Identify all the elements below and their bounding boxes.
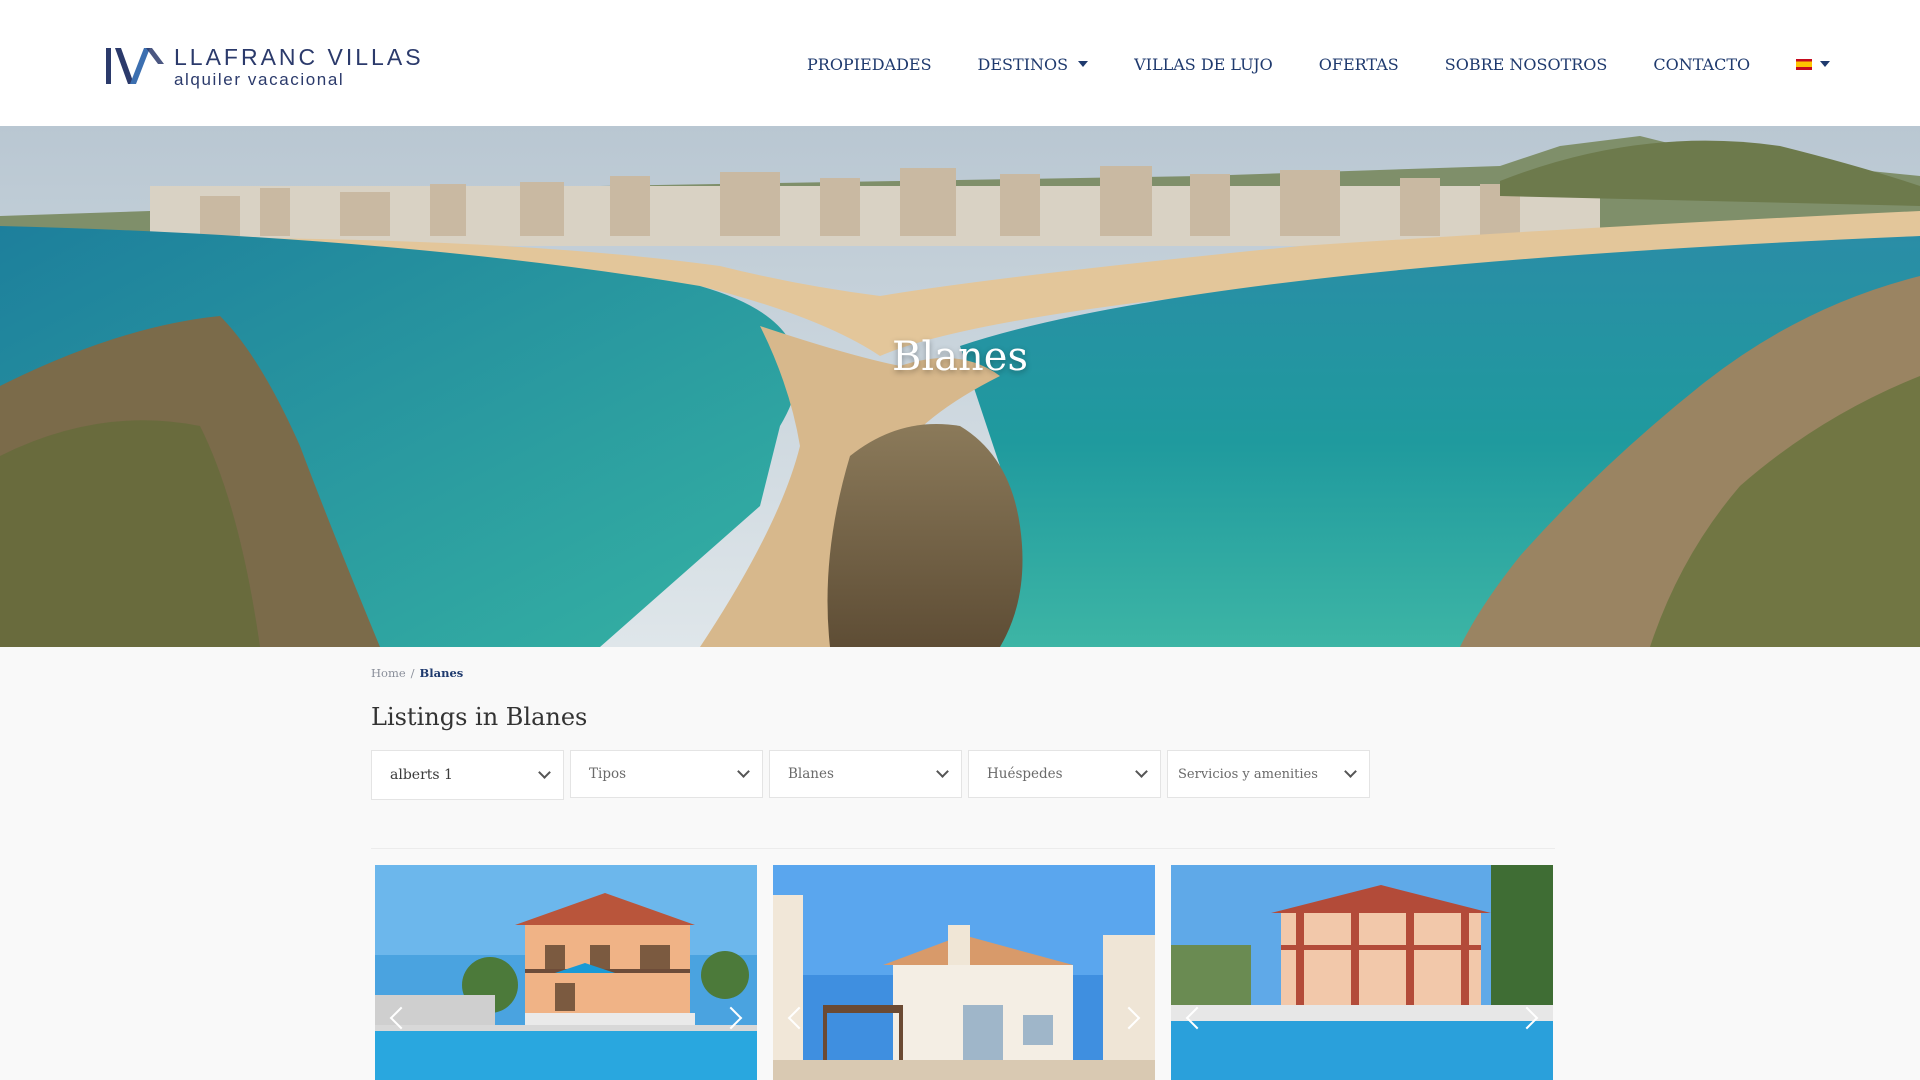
listing-card[interactable] [375, 865, 757, 1080]
filter-select-tipos[interactable]: Tipos [570, 750, 763, 798]
nav-label: CONTACTO [1653, 54, 1751, 74]
hero-title: Blanes [892, 334, 1028, 380]
listings-title: Listings in Blanes [371, 703, 588, 731]
chevron-down-icon [1135, 765, 1148, 778]
breadcrumb: Home / Blanes [371, 666, 463, 680]
logo-subtitle: alquiler vacacional [174, 70, 345, 89]
chevron-down-icon [737, 765, 750, 778]
chevron-down-icon [936, 765, 949, 778]
breadcrumb-home-link[interactable]: Home [371, 666, 406, 680]
nav-label: OFERTAS [1318, 54, 1399, 74]
filter-value: Servicios y amenities [1178, 766, 1318, 782]
site-logo[interactable]: LLAFRANC VILLAS alquiler vacacional [106, 46, 424, 88]
nav-label: SOBRE NOSOTROS [1444, 54, 1608, 74]
listing-photo [1171, 865, 1553, 1080]
site-header: LLAFRANC VILLAS alquiler vacacional PROP… [0, 0, 1920, 126]
breadcrumb-separator: / [410, 666, 415, 680]
filter-select-destino[interactable]: Blanes [769, 750, 962, 798]
listing-card[interactable] [773, 865, 1155, 1080]
filter-bar: alberts 1 Tipos Blanes Huéspedes Servici… [371, 750, 1370, 800]
filter-select-servicios[interactable]: Servicios y amenities [1167, 750, 1370, 798]
filter-value: Huéspedes [987, 766, 1063, 782]
nav-label: VILLAS DE LUJO [1134, 54, 1273, 74]
filter-value: alberts 1 [390, 767, 453, 783]
filter-value: Tipos [589, 766, 627, 782]
listing-photo [773, 865, 1155, 1080]
spain-flag-icon [1796, 58, 1813, 70]
listings-grid [371, 848, 1555, 1080]
nav-item-contacto[interactable]: CONTACTO [1653, 55, 1750, 74]
nav-label: DESTINOS [977, 54, 1069, 74]
caret-down-icon [1820, 61, 1831, 67]
divider [371, 848, 1555, 849]
filter-value: Blanes [788, 766, 834, 782]
hero-image [0, 126, 1920, 647]
hero-banner: Blanes [0, 126, 1920, 647]
nav-item-destinos[interactable]: DESTINOS [978, 55, 1089, 74]
nav-label: PROPIEDADES [807, 54, 932, 74]
main-nav: PROPIEDADES DESTINOS VILLAS DE LUJO OFER… [807, 52, 1831, 76]
nav-item-propiedades[interactable]: PROPIEDADES [807, 55, 932, 74]
nav-item-ofertas[interactable]: OFERTAS [1319, 55, 1399, 74]
nav-item-villas-de-lujo[interactable]: VILLAS DE LUJO [1134, 55, 1273, 74]
nav-item-sobre-nosotros[interactable]: SOBRE NOSOTROS [1445, 55, 1608, 74]
chevron-down-icon [1344, 765, 1357, 778]
breadcrumb-current: Blanes [419, 666, 464, 680]
logo-name: LLAFRANC VILLAS [174, 44, 424, 70]
logo-mark-icon [106, 48, 164, 84]
filter-select-property[interactable]: alberts 1 [371, 750, 564, 800]
listing-card[interactable] [1171, 865, 1553, 1080]
listing-photo [375, 865, 757, 1080]
chevron-down-icon [538, 766, 551, 779]
filter-select-huespedes[interactable]: Huéspedes [968, 750, 1161, 798]
language-switcher[interactable] [1796, 58, 1831, 70]
caret-down-icon [1078, 61, 1089, 67]
